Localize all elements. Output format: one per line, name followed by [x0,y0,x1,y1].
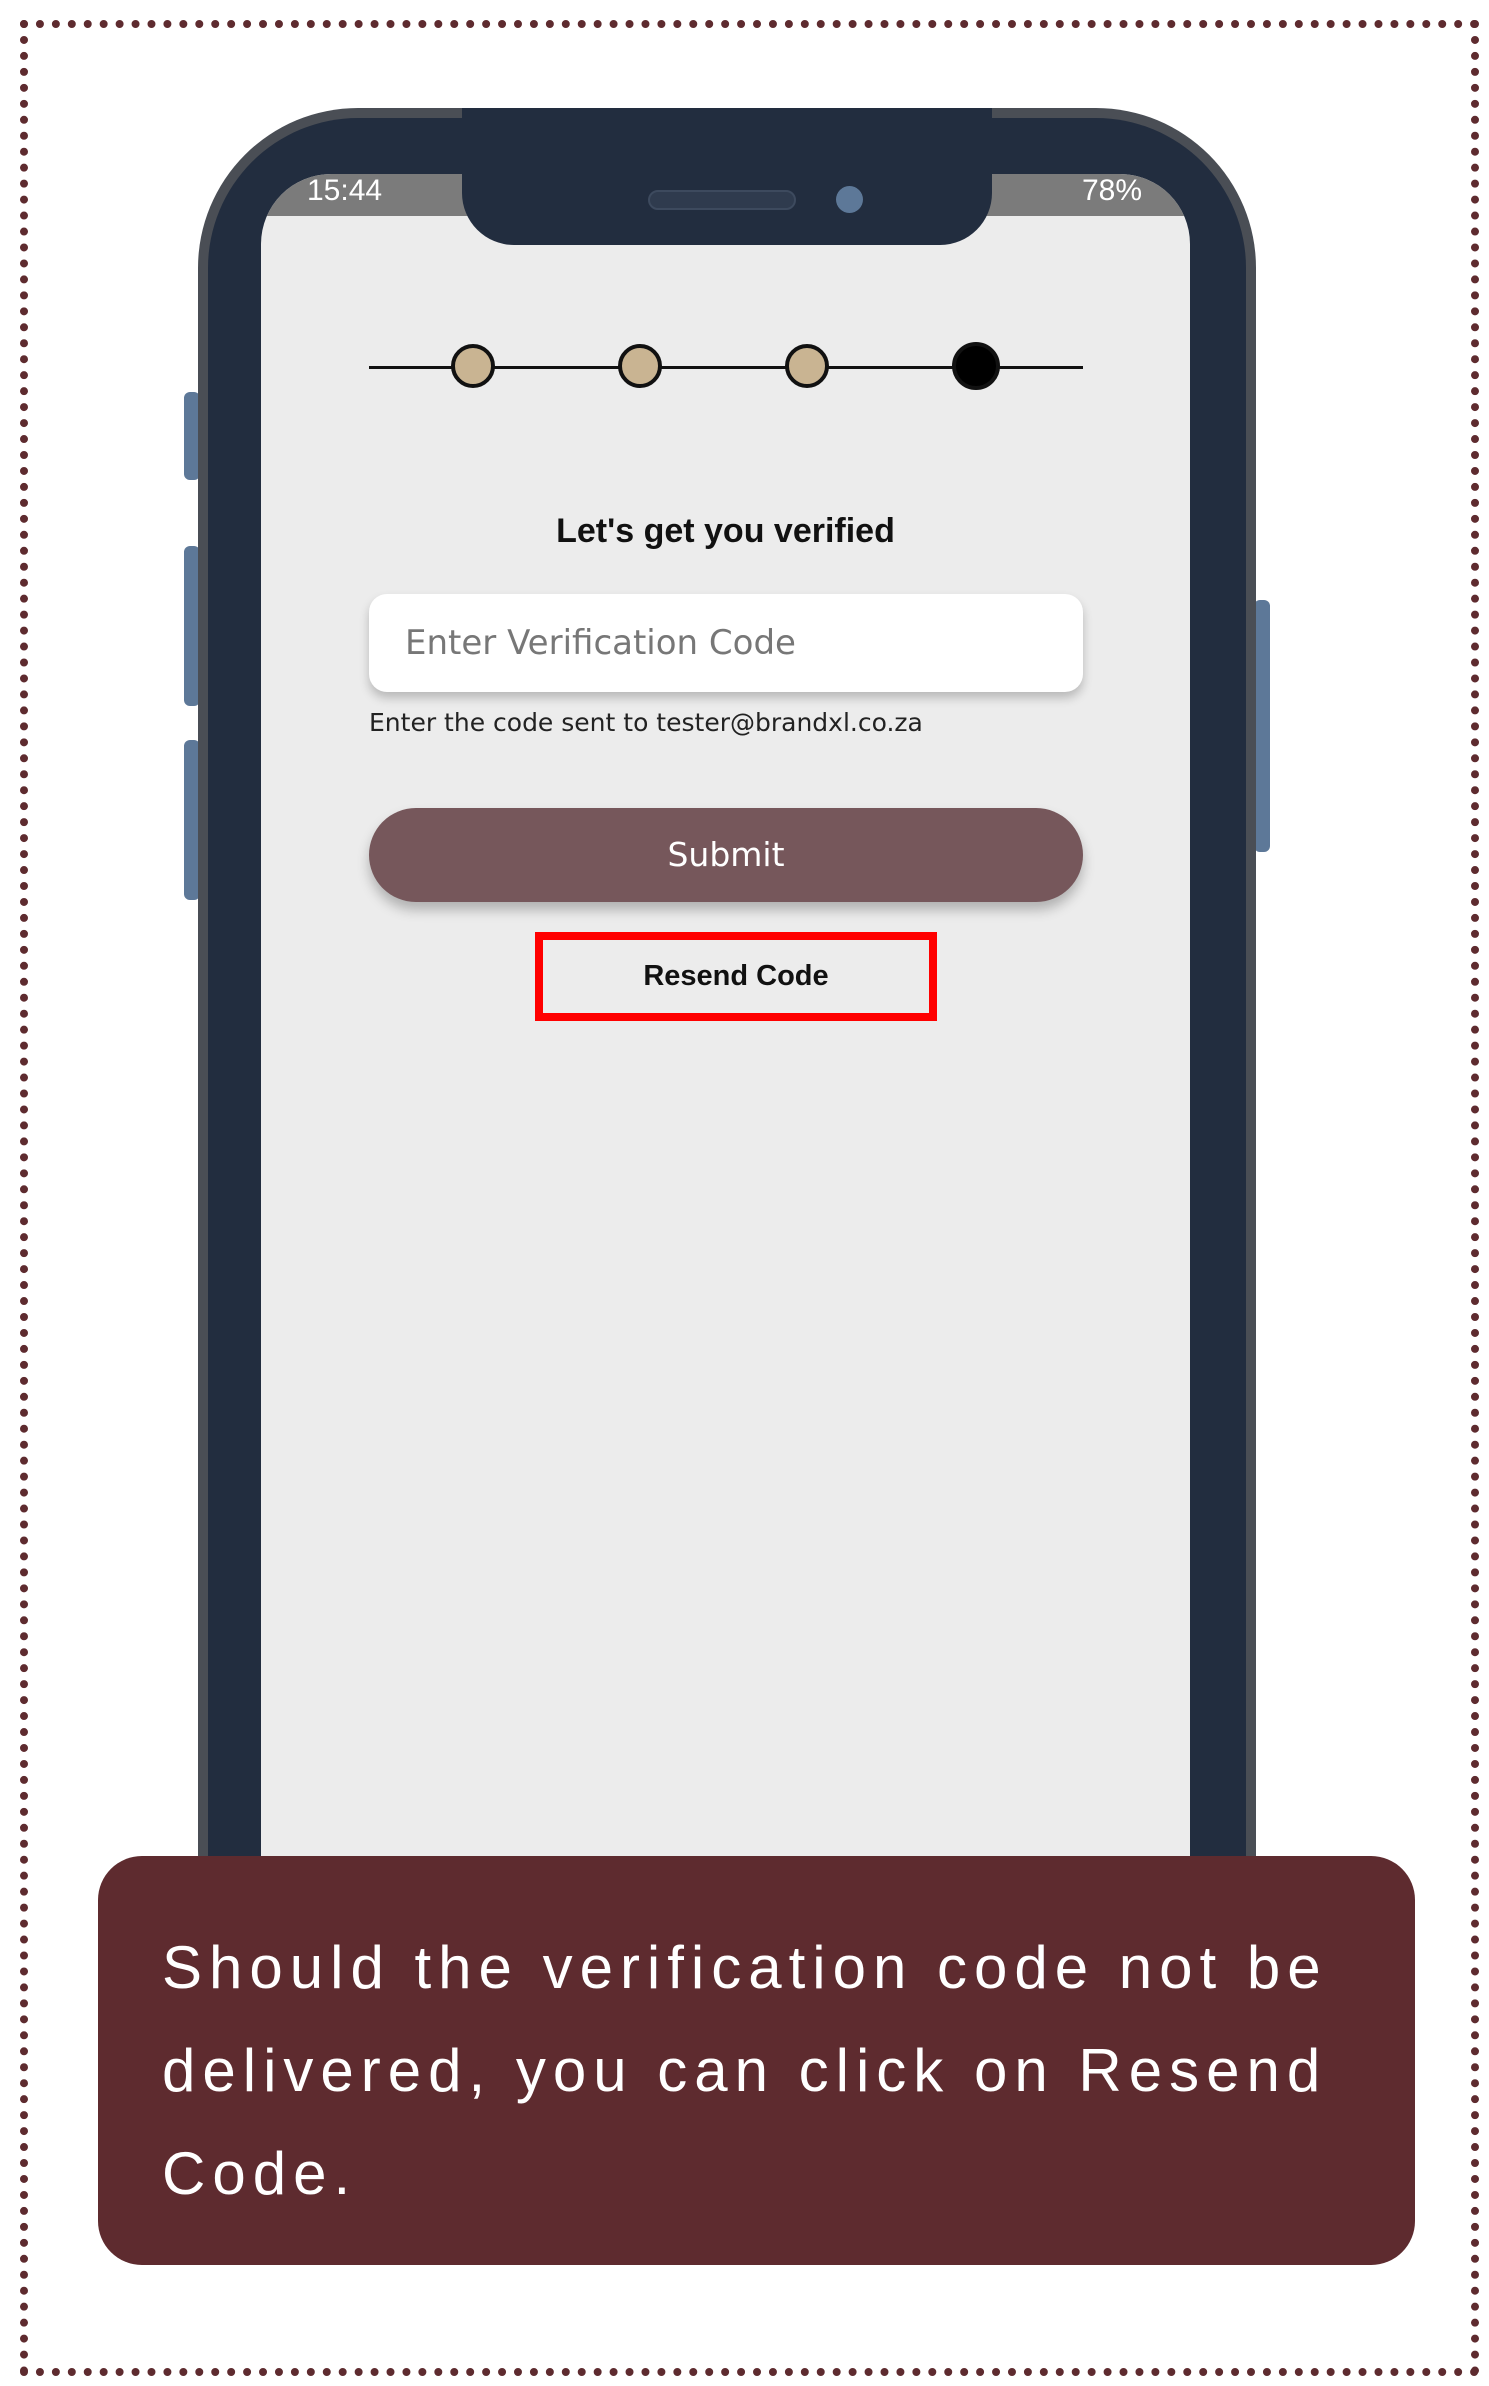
step-2-dot [618,344,662,388]
page-title: Let's get you verified [556,512,895,550]
caption-text: Should the verification code not be deli… [162,1934,1328,2207]
phone-power-button [1254,600,1270,852]
step-1-dot [451,344,495,388]
step-3-dot [785,344,829,388]
step-4-dot-active [952,342,1000,390]
submit-button[interactable]: Submit [369,808,1083,902]
helper-text: Enter the code sent to tester@brandxl.co… [369,708,923,737]
phone-screen: 15:44 78% Let's get you verified Enter t… [261,174,1190,2008]
status-battery-percent: 78% [1081,174,1142,207]
caption-box: Should the verification code not be deli… [98,1856,1415,2265]
phone-notch [462,108,992,245]
verification-code-input[interactable] [369,594,1083,692]
speaker-grille [648,190,796,210]
camera-icon [836,186,863,213]
highlight-box [535,932,937,1021]
status-time: 15:44 [307,174,383,207]
